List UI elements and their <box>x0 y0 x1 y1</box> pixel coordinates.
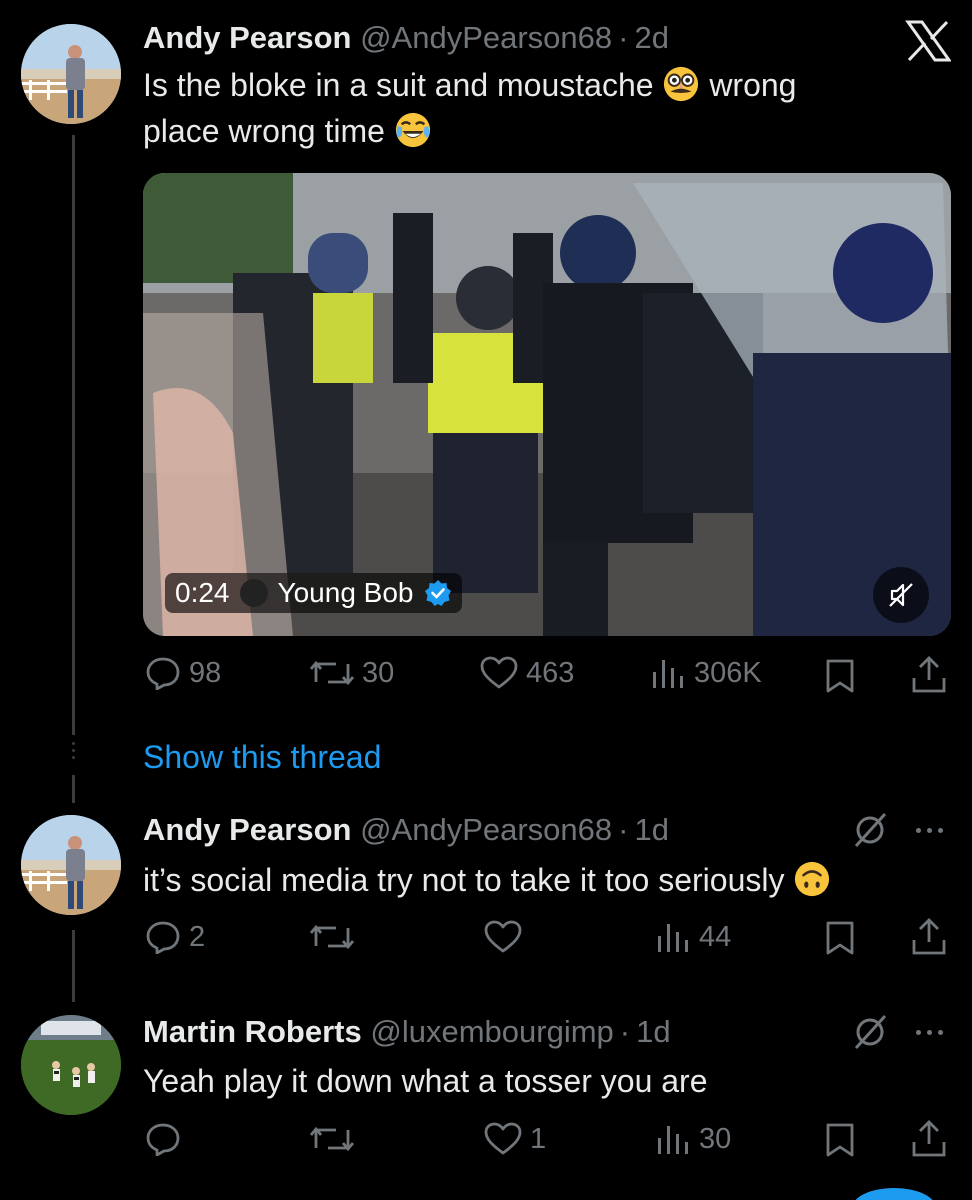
timestamp[interactable]: 1d <box>634 812 668 847</box>
heart-icon <box>484 1122 522 1155</box>
share-icon[interactable] <box>911 656 947 694</box>
heart-icon <box>484 920 522 953</box>
muted-speaker-icon <box>889 583 913 607</box>
upside-down-face-icon <box>793 860 831 898</box>
author-name[interactable]: Andy Pearson <box>143 20 351 55</box>
show-thread-link[interactable]: Show this thread <box>143 735 381 779</box>
video-source-name[interactable]: Young Bob <box>278 577 414 609</box>
views-icon <box>658 924 688 952</box>
tweet-text: it’s social media try not to take it too… <box>143 857 943 903</box>
author-name[interactable]: Andy Pearson <box>143 812 351 847</box>
reply-button[interactable] <box>145 1122 189 1156</box>
views-button[interactable]: 44 <box>655 920 731 954</box>
video-duration: 0:24 <box>175 577 230 608</box>
verified-badge-icon <box>424 580 451 606</box>
separator-dot: · <box>619 1014 631 1049</box>
more-options-button[interactable] <box>916 1030 943 1035</box>
author-name[interactable]: Martin Roberts <box>143 1014 362 1049</box>
repost-icon <box>310 1126 354 1152</box>
tweet-text: Is the bloke in a suit and moustache wro… <box>143 62 943 154</box>
video-info-badge: 0:24 Young Bob <box>165 573 462 613</box>
reply-button[interactable]: 2 <box>145 920 205 954</box>
tweet-text-part: Is the bloke in a suit and moustache <box>143 67 654 103</box>
video-frame <box>143 173 951 636</box>
views-icon <box>653 660 683 688</box>
tweet-header: Andy Pearson @AndyPearson68 · 1d <box>143 810 669 850</box>
timestamp[interactable]: 1d <box>636 1014 670 1049</box>
author-handle[interactable]: @AndyPearson68 <box>360 20 612 55</box>
views-button[interactable]: 306K <box>650 656 762 690</box>
timeline: Andy Pearson @AndyPearson68 · 2d Is the bl… <box>0 0 972 1200</box>
compose-fab-button[interactable] <box>852 1188 936 1200</box>
repost-button[interactable]: 30 <box>310 656 394 690</box>
tears-of-joy-icon <box>394 111 432 149</box>
reply-count: 2 <box>189 920 206 953</box>
avatar[interactable] <box>21 24 121 124</box>
bookmark-icon[interactable] <box>824 1122 856 1158</box>
repost-count: 30 <box>362 656 395 689</box>
reply-count: 98 <box>189 656 222 689</box>
share-icon[interactable] <box>911 1120 947 1158</box>
share-icon[interactable] <box>911 918 947 956</box>
reply-icon <box>146 1123 180 1156</box>
heart-icon <box>480 656 518 689</box>
tweet-header: Martin Roberts @luxembourgimp · 1d <box>143 1012 671 1052</box>
more-options-button[interactable] <box>916 828 943 833</box>
like-button[interactable]: 463 <box>480 656 574 690</box>
view-count: 44 <box>699 920 732 953</box>
repost-button[interactable] <box>310 920 362 954</box>
view-count: 306K <box>694 656 762 689</box>
mute-button[interactable] <box>873 567 929 623</box>
tweet-text-part: Yeah play it down what a tosser you are <box>143 1063 708 1099</box>
video-player[interactable]: 0:24 Young Bob <box>143 173 951 636</box>
tweet-header: Andy Pearson @AndyPearson68 · 2d <box>143 18 669 58</box>
reply-button[interactable]: 98 <box>145 656 221 690</box>
views-button[interactable]: 30 <box>655 1122 731 1156</box>
view-count: 30 <box>699 1122 732 1155</box>
disguised-face-icon <box>662 65 700 103</box>
views-icon <box>658 1126 688 1154</box>
thread-line <box>72 930 75 1002</box>
repost-button[interactable] <box>310 1122 362 1156</box>
like-count: 1 <box>530 1122 547 1155</box>
repost-icon <box>310 924 354 950</box>
tweet-text-part: wrong <box>709 67 797 103</box>
thread-line <box>72 135 75 735</box>
thread-line <box>72 775 75 803</box>
tweet-text-part: it’s social media try not to take it too… <box>143 862 785 898</box>
tweet-text: Yeah play it down what a tosser you are <box>143 1058 943 1104</box>
separator-dot: · <box>618 20 629 55</box>
bookmark-icon[interactable] <box>824 920 856 956</box>
reply-icon <box>146 921 180 954</box>
video-source-avatar <box>239 579 268 607</box>
bookmark-icon[interactable] <box>824 658 856 694</box>
author-handle[interactable]: @luxembourgimp <box>370 1014 613 1049</box>
avatar[interactable] <box>21 1015 121 1115</box>
like-count: 463 <box>526 656 575 689</box>
like-button[interactable] <box>484 920 530 954</box>
tweet-text-part: place wrong time <box>143 113 385 149</box>
reply-icon <box>146 657 180 690</box>
author-handle[interactable]: @AndyPearson68 <box>360 812 612 847</box>
repost-icon <box>310 660 354 686</box>
separator-dot: · <box>618 812 629 847</box>
thread-ellipsis <box>70 742 77 759</box>
x-logo-icon[interactable] <box>905 20 951 62</box>
grok-icon[interactable] <box>852 812 888 848</box>
grok-icon[interactable] <box>852 1014 888 1050</box>
like-button[interactable]: 1 <box>484 1122 546 1156</box>
timestamp[interactable]: 2d <box>634 20 668 55</box>
avatar[interactable] <box>21 815 121 915</box>
